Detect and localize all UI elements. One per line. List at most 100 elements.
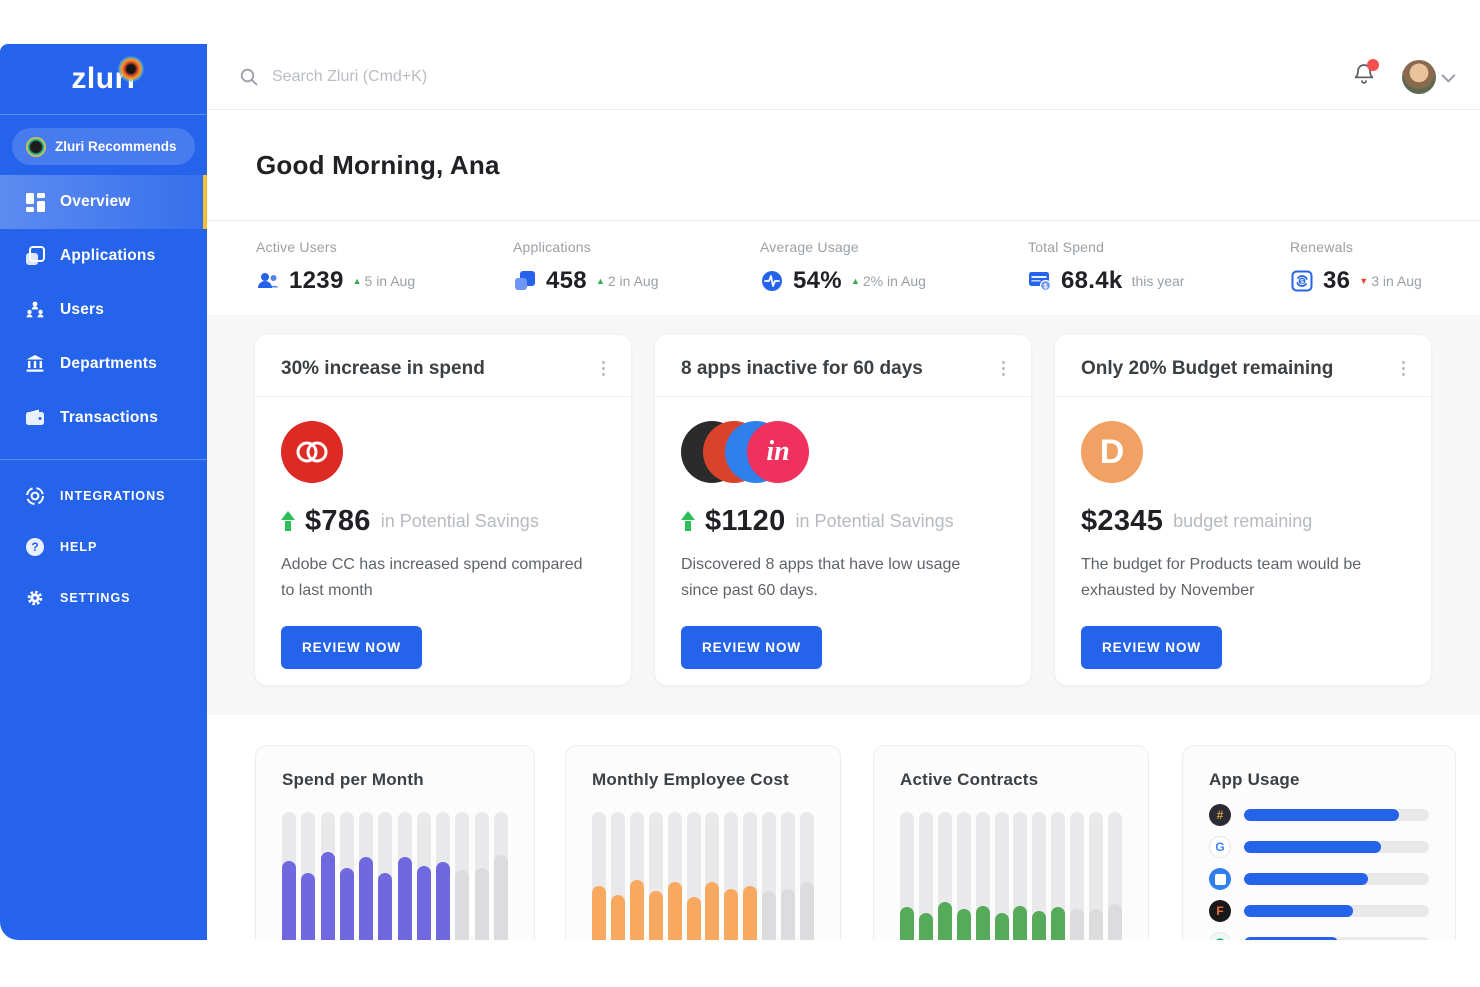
- usage-bar-track: [1244, 937, 1429, 940]
- bar-track: [301, 812, 315, 940]
- savings-suffix: in Potential Savings: [796, 511, 954, 532]
- bar-track: [995, 812, 1009, 940]
- review-now-button[interactable]: REVIEW NOW: [1081, 626, 1222, 669]
- topbar: [207, 44, 1480, 110]
- grid-icon: [24, 191, 46, 213]
- bar-fill: [743, 886, 757, 940]
- notifications-button[interactable]: [1352, 62, 1376, 91]
- bar-fill: [995, 913, 1009, 940]
- delta-up-icon: ▲: [851, 277, 860, 286]
- sidebar-item-overview[interactable]: Overview: [0, 175, 207, 229]
- sidebar-item-label: SETTINGS: [60, 591, 131, 605]
- sidebar-item-label: Transactions: [60, 409, 158, 427]
- bar-fill: [475, 868, 489, 940]
- sidebar-item-users[interactable]: Users: [0, 283, 207, 337]
- kebab-menu-icon[interactable]: [1398, 357, 1409, 380]
- department-d-icon: D: [1081, 421, 1143, 483]
- delta-up-icon: ▲: [596, 277, 605, 286]
- bar-track: [957, 812, 971, 940]
- bar-track: [436, 812, 450, 940]
- bar-fill: [668, 882, 682, 940]
- bar-fill: [1070, 909, 1084, 940]
- bar-fill: [687, 897, 701, 940]
- review-now-button[interactable]: REVIEW NOW: [281, 626, 422, 669]
- bar-track: [705, 812, 719, 940]
- app-usage-chart: #GFG: [1209, 804, 1429, 940]
- integrations-icon: [24, 485, 46, 507]
- bar-fill: [417, 866, 431, 940]
- bar-fill: [611, 895, 625, 940]
- page-title: Good Morning, Ana: [207, 110, 1480, 181]
- usage-bar-track: [1244, 841, 1429, 853]
- sidebar-divider: [0, 459, 207, 460]
- kebab-menu-icon[interactable]: [998, 357, 1009, 380]
- bar-fill: [282, 861, 296, 940]
- stat-applications: Applications 458 ▲2 in Aug: [513, 239, 658, 295]
- chart-card-app-usage: App Usage #GFG: [1182, 745, 1456, 940]
- help-icon: ?: [24, 536, 46, 558]
- users-icon: [24, 299, 46, 321]
- logo[interactable]: zluri: [0, 44, 207, 114]
- sidebar-item-help[interactable]: ? HELP: [0, 521, 207, 572]
- stat-average-usage: Average Usage 54% ▲2% in Aug: [760, 239, 926, 295]
- bar-track: [743, 812, 757, 940]
- chart-title: Active Contracts: [900, 770, 1122, 790]
- stat-value: 36: [1323, 267, 1350, 295]
- usage-bar-fill: [1244, 905, 1353, 917]
- search-box[interactable]: [240, 68, 1352, 86]
- card-description: Discovered 8 apps that have low usage si…: [681, 552, 991, 604]
- applications-icon: [513, 269, 537, 293]
- bar-fill: [436, 862, 450, 940]
- usage-row: #: [1209, 804, 1429, 826]
- stat-active-users: Active Users 1239 ▲5 in Aug: [256, 239, 415, 295]
- bar-track: [282, 812, 296, 940]
- sidebar-item-settings[interactable]: SETTINGS: [0, 572, 207, 623]
- bar-track: [668, 812, 682, 940]
- kebab-menu-icon[interactable]: [598, 357, 609, 380]
- bar-fill: [1051, 907, 1065, 940]
- bar-fill: [800, 882, 814, 940]
- bar-fill: [378, 873, 392, 940]
- bar-track: [1051, 812, 1065, 940]
- sidebar-item-applications[interactable]: Applications: [0, 229, 207, 283]
- usage-bar-fill: [1244, 809, 1399, 821]
- stat-delta-text: 2% in Aug: [863, 273, 926, 289]
- bar-fill: [592, 886, 606, 940]
- bar-fill: [1032, 911, 1046, 940]
- usage-row: F: [1209, 900, 1429, 922]
- stat-renewals: Renewals $ 36 ▼3 in Aug: [1290, 239, 1422, 295]
- recommendation-card-inactive-apps: 8 apps inactive for 60 days ··· in $1120…: [655, 335, 1031, 685]
- bar-fill: [494, 855, 508, 940]
- search-input[interactable]: [272, 68, 692, 86]
- review-now-button[interactable]: REVIEW NOW: [681, 626, 822, 669]
- bar-track: [630, 812, 644, 940]
- stat-label: Total Spend: [1028, 239, 1184, 255]
- recommends-badge-icon: [26, 137, 46, 157]
- usage-row: G: [1209, 932, 1429, 940]
- sidebar-item-departments[interactable]: Departments: [0, 337, 207, 391]
- usage-bar-track: [1244, 809, 1429, 821]
- chart-title: App Usage: [1209, 770, 1429, 790]
- savings-suffix: in Potential Savings: [381, 511, 539, 532]
- bar-fill: [630, 880, 644, 940]
- account-menu[interactable]: [1402, 60, 1452, 94]
- bar-track: [340, 812, 354, 940]
- bar-track: [938, 812, 952, 940]
- spend-bar-chart: [282, 812, 508, 940]
- zluri-recommends-button[interactable]: Zluri Recommends: [12, 128, 195, 165]
- bar-track: [1108, 812, 1122, 940]
- sidebar-item-transactions[interactable]: Transactions: [0, 391, 207, 445]
- bar-track: [976, 812, 990, 940]
- savings-amount: $786: [305, 505, 371, 538]
- sidebar-item-integrations[interactable]: INTEGRATIONS: [0, 470, 207, 521]
- stat-total-spend: Total Spend $ 68.4k this year: [1028, 239, 1184, 295]
- bar-fill: [976, 906, 990, 940]
- bar-fill: [705, 882, 719, 940]
- delta-down-icon: ▼: [1359, 277, 1368, 286]
- card-title: 30% increase in spend: [281, 358, 485, 380]
- app-window: zluri Zluri Recommends Overview Applicat…: [0, 44, 1480, 940]
- stat-delta-text: this year: [1132, 273, 1185, 289]
- invision-icon: in: [747, 421, 809, 483]
- bar-fill: [1108, 904, 1122, 940]
- bar-fill: [649, 891, 663, 940]
